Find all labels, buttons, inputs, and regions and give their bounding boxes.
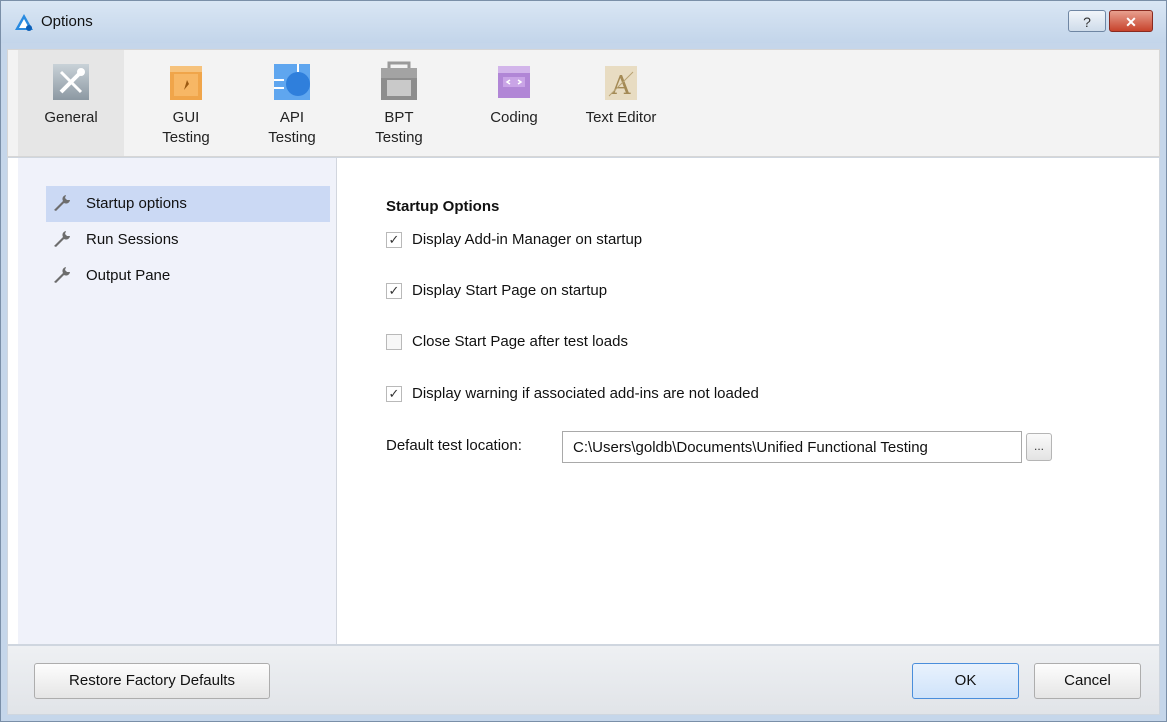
tab-api-testing[interactable]: API Testing — [244, 50, 340, 156]
tab-label: BPT Testing — [352, 108, 446, 148]
checkbox-unchecked[interactable] — [386, 334, 402, 350]
tab-label: Text Editor — [585, 109, 657, 126]
sidebar-item-label: Startup options — [86, 195, 187, 212]
cancel-button[interactable]: Cancel — [1034, 663, 1141, 699]
wrench-icon — [54, 231, 70, 247]
checkbox-checked[interactable]: ✓ — [386, 283, 402, 299]
checkbox-checked[interactable]: ✓ — [386, 232, 402, 248]
tab-general[interactable]: General — [18, 50, 124, 156]
default-location-input[interactable] — [562, 431, 1022, 463]
title-bar: Options ? ✕ — [1, 1, 1166, 43]
svg-text:A: A — [611, 71, 632, 101]
option-label: Display Start Page on startup — [412, 282, 608, 299]
window-title: Options — [41, 13, 93, 30]
help-button[interactable]: ? — [1068, 10, 1106, 32]
option-label: Display Add-in Manager on startup — [412, 231, 643, 248]
category-toolbar: General GUI Testing API Testing BPT Test… — [7, 49, 1160, 157]
sidebar-item-output-pane[interactable]: Output Pane — [46, 258, 330, 294]
sidebar-item-startup-options[interactable]: Startup options — [46, 186, 330, 222]
wrench-icon — [54, 267, 70, 283]
tab-coding[interactable]: Coding — [474, 50, 554, 156]
tab-label: Coding — [490, 109, 538, 126]
options-dialog: Options ? ✕ General GUI Testing API Test… — [0, 0, 1167, 722]
api-testing-icon — [274, 64, 310, 100]
option-label: Display warning if associated add-ins ar… — [412, 385, 759, 402]
coding-icon — [498, 66, 530, 98]
sidebar: Startup options Run Sessions Output Pane — [18, 158, 337, 644]
section-title: Startup Options — [386, 198, 500, 215]
button-bar: Restore Factory Defaults OK Cancel — [7, 645, 1160, 715]
sidebar-item-label: Output Pane — [86, 267, 171, 284]
tab-label-text: BPT Testing — [375, 109, 423, 146]
tab-label: GUI Testing — [136, 108, 236, 148]
text-editor-icon: A — [605, 66, 637, 101]
tab-gui-testing[interactable]: GUI Testing — [136, 50, 236, 156]
tab-label-text: API Testing — [268, 109, 316, 146]
content-area: Startup options Run Sessions Output Pane… — [7, 157, 1160, 645]
sidebar-item-run-sessions[interactable]: Run Sessions — [46, 222, 330, 258]
ok-button[interactable]: OK — [912, 663, 1019, 699]
option-label: Close Start Page after test loads — [412, 333, 628, 350]
app-logo-icon — [15, 14, 33, 31]
bpt-testing-icon — [381, 61, 417, 100]
tab-label: API Testing — [244, 108, 340, 148]
sidebar-item-label: Run Sessions — [86, 231, 179, 248]
tab-text-editor[interactable]: A Text Editor — [566, 50, 676, 156]
close-button[interactable]: ✕ — [1109, 10, 1153, 32]
checkbox-checked[interactable]: ✓ — [386, 386, 402, 402]
tab-label-text: GUI Testing — [162, 109, 210, 146]
general-tools-icon — [53, 64, 89, 100]
restore-defaults-button[interactable]: Restore Factory Defaults — [34, 663, 270, 699]
tab-label: General — [44, 109, 98, 126]
default-location-label: Default test location: — [386, 437, 522, 454]
settings-panel: Startup Options ✓ Display Add-in Manager… — [338, 158, 1153, 644]
wrench-icon — [54, 195, 70, 211]
browse-button[interactable]: ... — [1026, 433, 1052, 461]
tab-bpt-testing[interactable]: BPT Testing — [352, 50, 446, 156]
gui-testing-icon — [170, 66, 202, 100]
